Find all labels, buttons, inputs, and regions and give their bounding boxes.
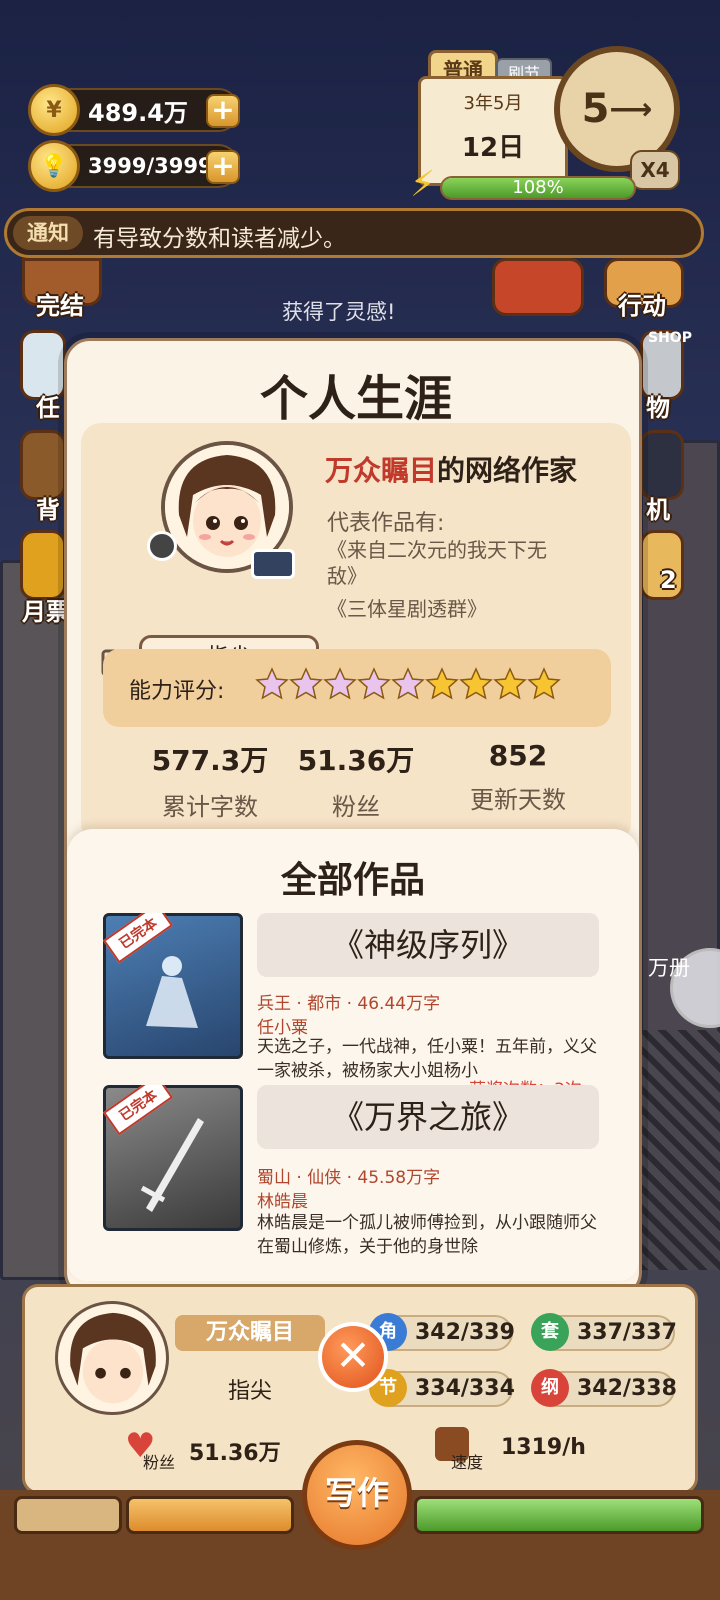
side-button-monthly-ticket[interactable]	[20, 530, 66, 600]
work-protagonist: 林皓晨	[257, 1192, 308, 1212]
fans-label: 粉丝	[143, 1453, 176, 1472]
star-icon	[255, 667, 289, 700]
add-coins-button[interactable]: +	[206, 94, 240, 128]
stat-update-days: 852 更新天数	[470, 739, 566, 814]
inspiration-counter: 💡 3999/3999 +	[28, 140, 240, 192]
side-label-phone: 机	[646, 496, 670, 524]
speed-value: 1319/h	[501, 1435, 586, 1460]
rating-label: 能力评分:	[129, 679, 225, 704]
star-icon	[425, 667, 459, 700]
work-title: 《万界之旅》	[257, 1085, 599, 1149]
energy-progress-bar: 108%	[440, 176, 636, 200]
career-modal: 个人生涯 指尖 万众瞩目的网络作家 代表	[64, 338, 642, 1298]
star-icon	[493, 667, 527, 700]
star-icon	[357, 667, 391, 700]
coins-counter: ¥ 489.4万 +	[28, 84, 240, 136]
microphone-icon	[147, 531, 177, 561]
bottom-pen-name: 指尖	[227, 1379, 272, 1404]
reputation-label: 万众瞩目	[325, 454, 438, 487]
work-meta: 蜀山 · 仙侠 · 45.58万字	[257, 1168, 441, 1188]
ability-rating: 能力评分:	[103, 649, 611, 727]
work-description: 林皓晨是一个孤儿被师傅捡到，从小跟随师父在蜀山修炼，关于他的身世除	[257, 1213, 597, 1257]
write-button[interactable]: 写作	[302, 1440, 412, 1550]
action-drum-icon[interactable]	[492, 258, 584, 316]
stat-pacing: 节 334/334	[369, 1369, 515, 1407]
lightbulb-icon: 💡	[28, 140, 80, 192]
works-panel: 全部作品 已完本 《神级序列》 兵王 · 都市 · 46.44万字 任小粟 天选…	[67, 829, 639, 1281]
speed-label: 速度	[451, 1453, 484, 1472]
lightning-icon: ⚡	[410, 164, 436, 205]
side-label-monthly-ticket: 月票	[22, 598, 70, 626]
rep-work-item: 《来自二次元的我天下无敌》	[327, 538, 547, 588]
stat-total-words: 577.3万 累计字数	[151, 744, 269, 821]
side-label-gift-count: 2	[660, 566, 677, 594]
rep-works-label: 代表作品有:	[327, 511, 445, 536]
calendar-month: 3年5月	[463, 93, 523, 114]
stat-character: 角 342/339	[369, 1313, 515, 1351]
works-title: 全部作品	[280, 860, 425, 901]
notice-bar[interactable]: 通知 有导致分数和读者减少。	[4, 208, 704, 258]
modal-title: 个人生涯	[259, 371, 452, 427]
profile-card: 指尖 万众瞩目的网络作家 代表作品有: 《来自二次元的我天下无敌》 《三体星剧透…	[81, 423, 631, 843]
calendar: 3年5月 12日	[418, 76, 568, 186]
star-icon	[527, 667, 561, 700]
shop-label: SHOP	[648, 330, 692, 346]
stat-fans: 51.36万 粉丝	[297, 744, 415, 821]
multiplier-badge[interactable]: X4	[630, 150, 680, 190]
author-title: 万众瞩目的网络作家	[325, 449, 577, 489]
stat-routine: 套 337/337	[531, 1313, 677, 1351]
work-title: 《神级序列》	[257, 913, 599, 977]
notice-tag: 通知	[13, 216, 83, 250]
coin-icon: ¥	[28, 84, 80, 136]
close-button[interactable]: ✕	[318, 1322, 388, 1392]
toast-message: 获得了灵感!	[282, 300, 396, 324]
star-icon	[459, 667, 493, 700]
bottom-avatar[interactable]	[55, 1301, 169, 1415]
stat-outline: 纲 342/338	[531, 1369, 677, 1407]
star-icon	[323, 667, 357, 700]
camera-icon	[251, 549, 295, 579]
work-item[interactable]: 已完本 《神级序列》 兵王 · 都市 · 46.44万字 任小粟 天选之子，一代…	[97, 913, 613, 1083]
notice-text: 有导致分数和读者减少。	[93, 226, 346, 252]
bottom-name-plate: 万众瞩目	[175, 1315, 325, 1351]
background-building	[0, 560, 70, 1280]
rep-work-item: 《三体星剧透群》	[327, 597, 487, 621]
star-icon	[391, 667, 425, 700]
add-inspiration-button[interactable]: +	[206, 150, 240, 184]
background-stairs	[640, 1030, 720, 1270]
bottom-slot[interactable]	[14, 1496, 122, 1534]
rating-stars	[255, 667, 561, 701]
work-item[interactable]: 已完本 《万界之旅》 蜀山 · 仙侠 · 45.58万字 林皓晨 林皓晨是一个孤…	[97, 1085, 613, 1265]
writing-progress-bar	[414, 1496, 704, 1534]
side-count-label: 万册	[648, 956, 690, 980]
profession-label: 的网络作家	[437, 454, 578, 487]
fans-value: 51.36万	[189, 1441, 281, 1466]
star-icon	[289, 667, 323, 700]
side-label-bag: 背	[36, 496, 60, 524]
bottom-progress-bar	[126, 1496, 294, 1534]
side-label-action: 行动	[618, 292, 666, 320]
work-meta: 兵王 · 都市 · 46.44万字	[257, 994, 441, 1014]
side-label-finish: 完结	[36, 292, 84, 320]
side-label-items: 物	[646, 394, 670, 422]
calendar-day: 12日	[461, 133, 525, 163]
side-label-task: 任	[36, 394, 60, 422]
